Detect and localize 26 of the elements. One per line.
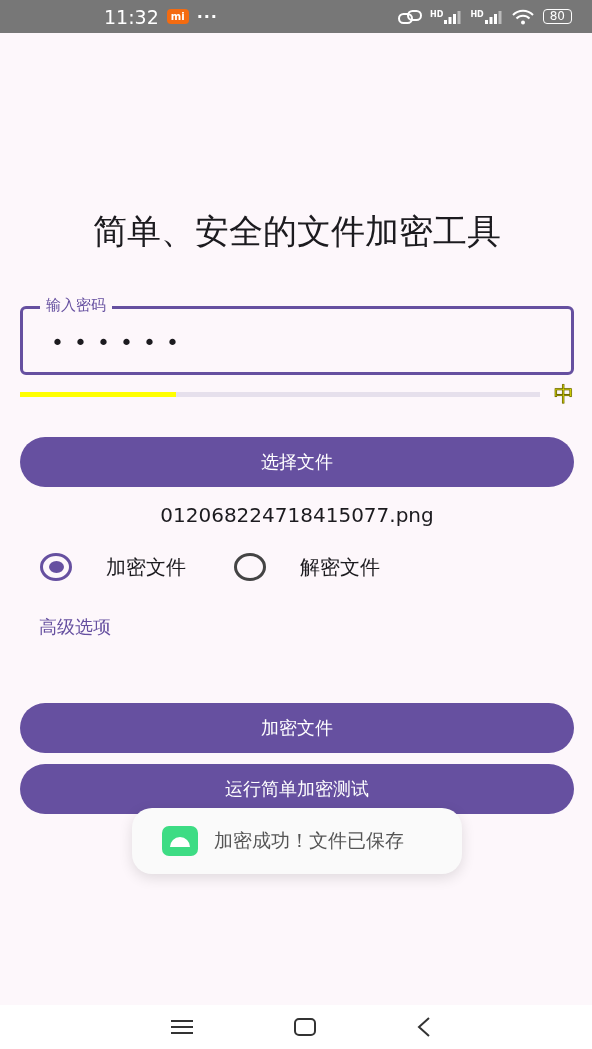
- toast-message: 加密成功！文件已保存: [214, 828, 404, 853]
- hd-label: HD: [470, 9, 484, 19]
- clock: 11:32: [104, 5, 159, 28]
- field-label: 输入密码: [40, 296, 112, 314]
- more-notifications: ···: [196, 7, 218, 26]
- file-name: 012068224718415077.png: [159, 503, 435, 527]
- action-button[interactable]: 加密文件: [20, 703, 574, 753]
- app-badge: mi: [166, 9, 189, 24]
- strength-label: 中: [554, 381, 574, 408]
- radio-button[interactable]: [234, 553, 266, 581]
- app-title: 简单、安全的文件加密工具: [92, 210, 502, 253]
- menu-icon[interactable]: [170, 1019, 193, 1035]
- battery-indicator: 80: [542, 9, 572, 24]
- signal-icon: [444, 9, 463, 24]
- action-button[interactable]: 运行简单加密测试: [20, 764, 574, 814]
- select-file-button[interactable]: 选择文件: [20, 437, 574, 487]
- link-icon: [398, 9, 423, 24]
- back-icon[interactable]: [417, 1017, 432, 1037]
- hd-label: HD: [430, 9, 444, 19]
- wifi-icon: [510, 8, 535, 25]
- radio-button[interactable]: [40, 553, 72, 581]
- signal-icon: [484, 9, 503, 24]
- radio-label: 加密文件: [106, 553, 186, 581]
- home-icon[interactable]: [294, 1018, 316, 1036]
- radio-label: 解密文件: [300, 553, 380, 581]
- advanced-options-link[interactable]: 高级选项: [39, 615, 111, 639]
